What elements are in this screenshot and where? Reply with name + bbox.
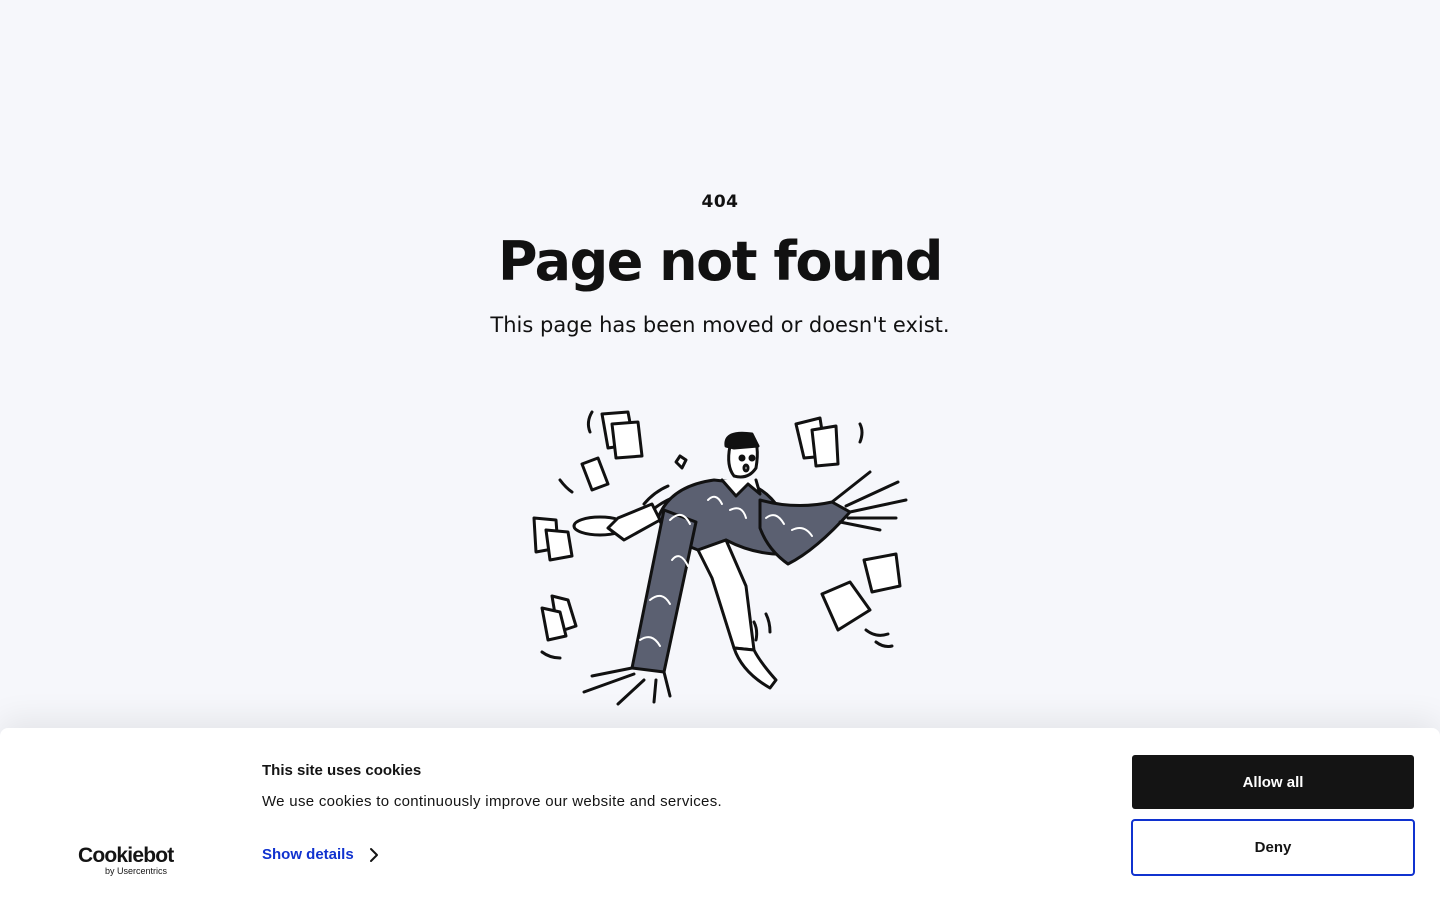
error-code: 404: [701, 192, 739, 212]
juggling-papers-illustration: [520, 400, 920, 720]
cookiebot-logo: Cookiebot by Usercentrics: [78, 844, 188, 878]
chevron-right-icon: [369, 847, 378, 862]
cookie-banner-title: This site uses cookies: [262, 762, 422, 779]
page-title: Page not found: [498, 230, 943, 293]
cookiebot-logo-subtext: by Usercentrics: [105, 866, 168, 876]
deny-button[interactable]: Deny: [1131, 819, 1415, 876]
allow-all-button[interactable]: Allow all: [1132, 755, 1414, 809]
show-details-label: Show details: [262, 846, 354, 863]
show-details-link[interactable]: Show details: [262, 846, 380, 863]
page-subtitle: This page has been moved or doesn't exis…: [490, 313, 950, 337]
cookie-banner-text: We use cookies to continuously improve o…: [262, 793, 722, 810]
cookiebot-logo-text: Cookiebot: [78, 844, 174, 867]
cookie-consent-banner: Cookiebot by Usercentrics This site uses…: [0, 728, 1440, 900]
